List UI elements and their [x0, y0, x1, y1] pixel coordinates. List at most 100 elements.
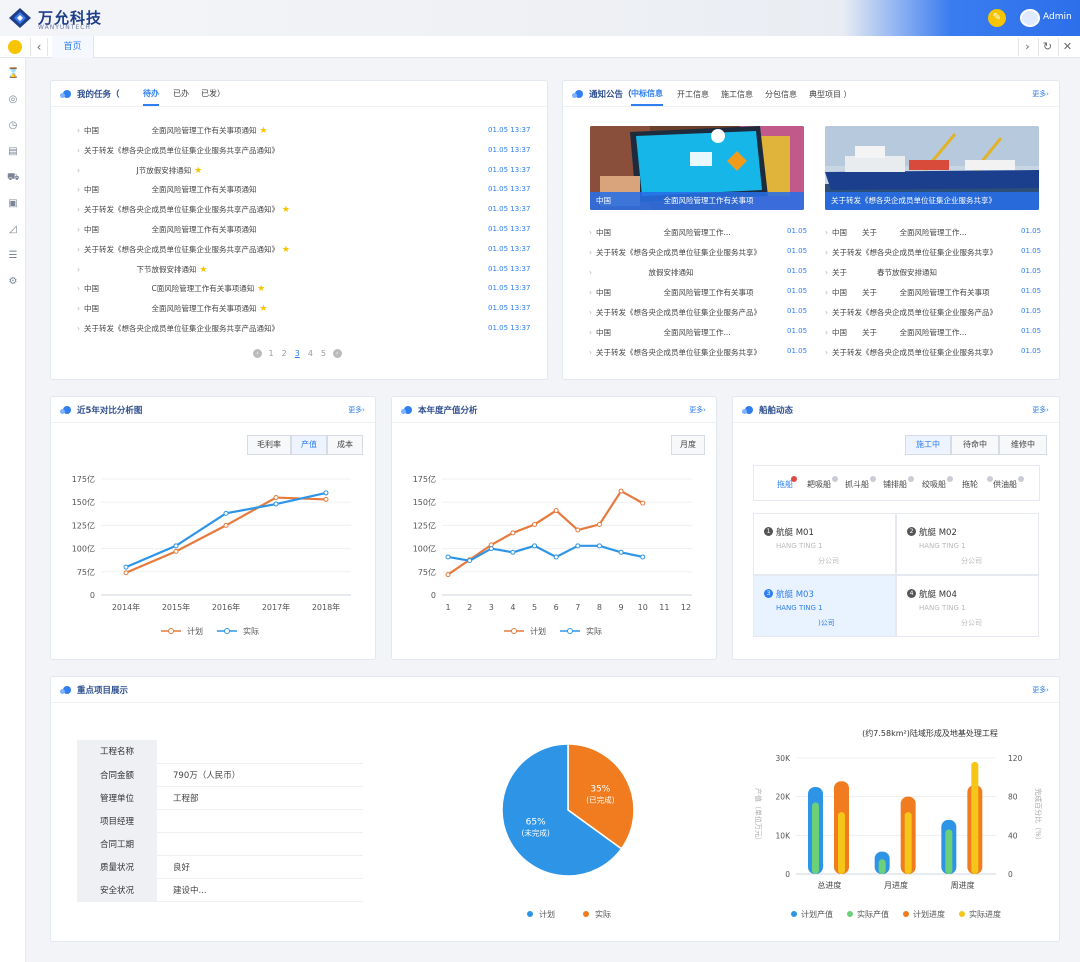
- chat-icon[interactable]: ◎: [7, 94, 19, 106]
- page-number[interactable]: 5: [321, 349, 326, 358]
- notice-row[interactable]: › 关于转发《想各央企成员单位征集企业服务共享》: [589, 347, 783, 358]
- ship-card[interactable]: 1 航艇 M01 HANG TING 1 分公司: [753, 513, 896, 575]
- comparison-more-link[interactable]: 更多›: [348, 405, 365, 415]
- task-row[interactable]: › 关于转发《想各央企成员单位征集企业服务共享产品通知》: [77, 323, 279, 334]
- ship-type-tab[interactable]: 供油船: [993, 479, 1017, 490]
- task-title: 关于转发《想各央企成员单位征集企业服务共享产品通知》: [84, 205, 279, 215]
- notices-more-link[interactable]: 更多›: [1032, 89, 1049, 99]
- notice-title: 关于转发《想各央企成员单位征集企业服务产品》: [596, 308, 761, 317]
- tab-maintenance[interactable]: 维修中: [999, 435, 1047, 455]
- task-row[interactable]: › 中国 全面风险管理工作有关事项通知: [77, 224, 257, 235]
- tab-bid-info[interactable]: 中标信息: [631, 88, 663, 106]
- tab-under-construction[interactable]: 施工中: [905, 435, 951, 455]
- line-chart-icon[interactable]: ◿: [7, 224, 19, 236]
- chevron-right-icon: ›: [589, 308, 592, 317]
- hourglass-icon[interactable]: ⌛: [7, 68, 19, 80]
- task-row[interactable]: › 关于转发《想各央企成员单位征集企业服务共享产品通知》: [77, 145, 279, 156]
- tab-subcontract-info[interactable]: 分包信息: [765, 89, 797, 100]
- page-number[interactable]: 1: [269, 349, 274, 358]
- task-row[interactable]: › 关于转发《想各央企成员单位征集企业服务共享产品通知》 ★: [77, 244, 290, 255]
- ship-type-tab[interactable]: 拖轮: [962, 479, 978, 490]
- y-tick-label: 0: [785, 870, 790, 879]
- page-number[interactable]: 2: [282, 349, 287, 358]
- btn-cost[interactable]: 成本: [327, 435, 363, 455]
- annual-more-link[interactable]: 更多›: [689, 405, 706, 415]
- tab-done[interactable]: 已办: [173, 88, 189, 99]
- notice-row[interactable]: › 中国 全面风险管理工作...: [589, 327, 783, 338]
- theme-dot-icon[interactable]: [8, 40, 22, 54]
- notice-row[interactable]: › 关于 春节放假安排通知: [825, 267, 1017, 278]
- refresh-icon[interactable]: ↻: [1038, 38, 1056, 56]
- tab-next-icon[interactable]: ›: [1018, 38, 1036, 56]
- notice-row[interactable]: › 关于转发《想各央企成员单位征集企业服务共享》: [825, 247, 1017, 258]
- notice-row[interactable]: › 中国 全面风险管理工作有关事项: [589, 287, 783, 298]
- notice-row[interactable]: › 关于转发《想各央企成员单位征集企业服务共享》: [825, 347, 1017, 358]
- ship-type-tab[interactable]: 铺排船: [883, 479, 907, 490]
- star-icon[interactable]: ★: [279, 245, 290, 255]
- tab-construction-info[interactable]: 施工信息: [721, 89, 753, 100]
- news-image-2[interactable]: 关于转发《想各央企成员单位征集企业服务共享》: [825, 126, 1039, 210]
- user-name[interactable]: Admin: [1043, 12, 1072, 22]
- notice-row[interactable]: › 中国 关于 全面风险管理工作...: [825, 327, 1017, 338]
- page-prev-icon[interactable]: ‹: [253, 349, 262, 358]
- news-image-1[interactable]: 中国 全面风险管理工作有关事项: [590, 126, 804, 210]
- btn-output-value[interactable]: 产值: [291, 435, 327, 455]
- truck-icon[interactable]: ⛟: [7, 172, 20, 184]
- data-point: [618, 488, 624, 494]
- ship-card-selected[interactable]: 3 航艇 M03 HANG TING 1 )公司: [753, 575, 896, 637]
- ship-type-tab[interactable]: 绞吸船: [922, 479, 946, 490]
- notice-title: 关于转发《想各央企成员单位征集企业服务共享》: [832, 348, 997, 357]
- notice-row[interactable]: › 中国 关于 全面风险管理工作...: [825, 227, 1017, 238]
- ship-type-tab[interactable]: 耙吸船: [807, 479, 831, 490]
- notice-row[interactable]: › 中国 关于 全面风险管理工作有关事项: [825, 287, 1017, 298]
- pencil-icon[interactable]: ✎: [988, 9, 1006, 27]
- page-next-icon[interactable]: ›: [332, 349, 342, 358]
- ship-name: 航艇 M01: [776, 528, 814, 538]
- tab-typical-projects[interactable]: 典型项目 ）: [809, 89, 852, 100]
- page-number[interactable]: 3: [295, 349, 300, 358]
- tab-prev-icon[interactable]: ‹: [30, 38, 48, 56]
- image-icon[interactable]: ▣: [7, 198, 19, 210]
- notice-row[interactable]: › 放假安排通知: [589, 267, 783, 278]
- star-icon[interactable]: ★: [257, 304, 267, 314]
- tab-start-info[interactable]: 开工信息: [677, 89, 709, 100]
- avatar[interactable]: [1020, 9, 1040, 27]
- task-row[interactable]: › 中国 全面风险管理工作有关事项通知 ★: [77, 303, 267, 314]
- ship-card[interactable]: 4 航艇 M04 HANG TING 1 分公司: [896, 575, 1039, 637]
- tab-todo[interactable]: 待办: [143, 88, 159, 106]
- tab-home[interactable]: 首页: [52, 36, 94, 58]
- star-icon[interactable]: ★: [279, 205, 290, 215]
- clock-icon[interactable]: ◷: [7, 120, 19, 132]
- gear-icon[interactable]: ⚙: [7, 276, 19, 288]
- projects-more-link[interactable]: 更多›: [1032, 685, 1049, 695]
- notice-date: 01.05: [1021, 347, 1042, 355]
- notice-row[interactable]: › 关于转发《想各央企成员单位征集企业服务产品》: [825, 307, 1017, 318]
- x-tick-label: 2014年: [112, 602, 140, 612]
- star-icon[interactable]: ★: [254, 284, 265, 294]
- notice-row[interactable]: › 关于转发《想各央企成员单位征集企业服务共享》: [589, 247, 783, 258]
- notice-row[interactable]: › 中国 全面风险管理工作...: [589, 227, 783, 238]
- ships-more-link[interactable]: 更多›: [1032, 405, 1049, 415]
- star-icon[interactable]: ★: [257, 126, 267, 136]
- ship-card[interactable]: 2 航艇 M02 HANG TING 1 分公司: [896, 513, 1039, 575]
- list-icon[interactable]: ☰: [7, 250, 19, 262]
- brand-subtitle: WANYUNTECH: [38, 24, 91, 31]
- btn-monthly[interactable]: 月度: [671, 435, 705, 455]
- star-icon[interactable]: ★: [191, 166, 202, 176]
- task-row[interactable]: › 关于转发《想各央企成员单位征集企业服务共享产品通知》 ★: [77, 204, 290, 215]
- tab-sent[interactable]: 已发）: [201, 88, 225, 99]
- document-icon[interactable]: ▤: [7, 146, 19, 158]
- tab-standby[interactable]: 待命中: [951, 435, 999, 455]
- close-icon[interactable]: ✕: [1058, 38, 1076, 56]
- star-icon[interactable]: ★: [197, 265, 207, 275]
- task-row[interactable]: › 中国 全面风险管理工作有关事项通知: [77, 184, 257, 195]
- task-row[interactable]: › 中国 全面风险管理工作有关事项通知 ★: [77, 125, 267, 136]
- notice-row[interactable]: › 关于转发《想各央企成员单位征集企业服务产品》: [589, 307, 783, 318]
- task-row[interactable]: › 下节放假安排通知 ★: [77, 264, 207, 275]
- ship-type-tab[interactable]: 抓斗船: [845, 479, 869, 490]
- task-row[interactable]: › J节放假安排通知 ★: [77, 165, 202, 176]
- task-row[interactable]: › 中国 C面风险管理工作有关事项通知 ★: [77, 283, 265, 294]
- btn-gross-margin[interactable]: 毛利率: [247, 435, 291, 455]
- page-number[interactable]: 4: [308, 349, 313, 358]
- legend-label: 计划产值: [801, 909, 833, 919]
